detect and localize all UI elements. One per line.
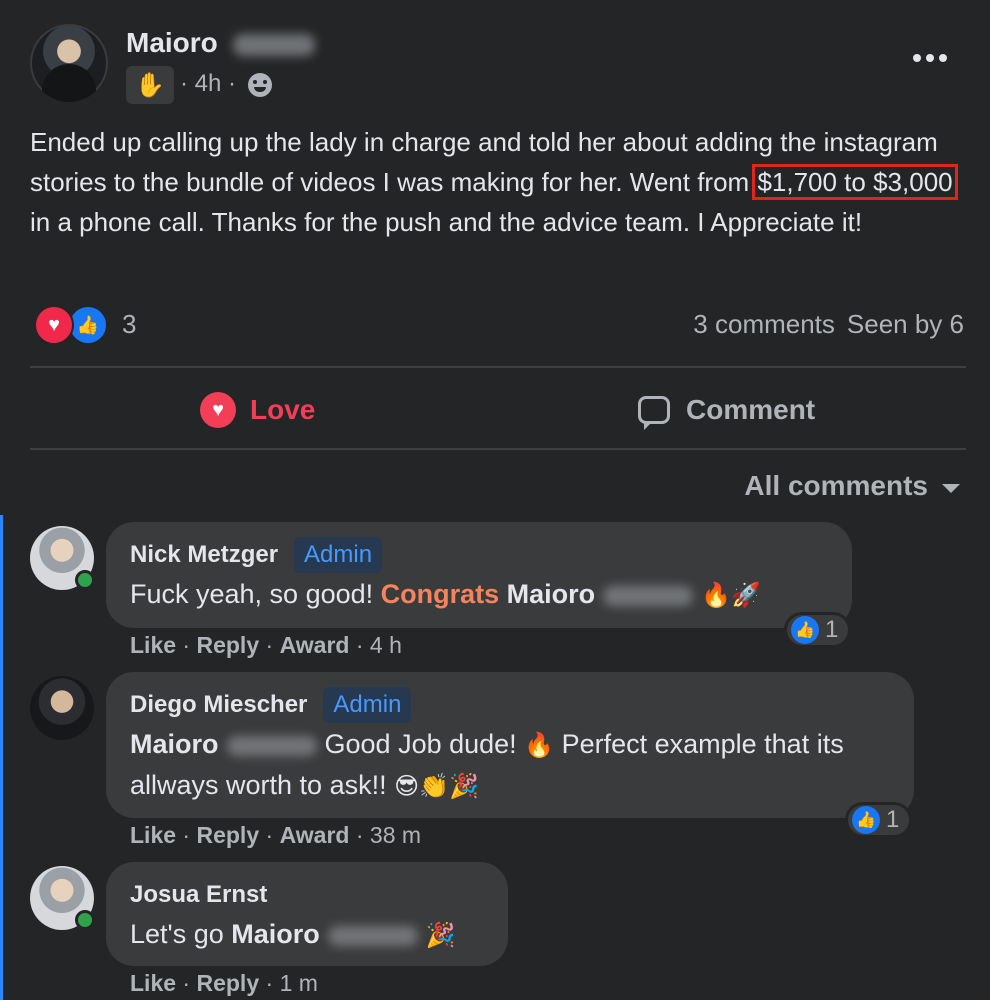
comment-bubble: Nick Metzger Admin Fuck yeah, so good! C… — [106, 522, 852, 628]
award-link[interactable]: Award — [280, 632, 350, 658]
mention-link[interactable]: Maioro — [130, 729, 219, 759]
comment-highlight: Congrats — [380, 579, 500, 609]
seen-by[interactable]: Seen by 6 — [847, 309, 964, 339]
emoji-text: 🔥🚀 — [701, 581, 761, 609]
emoji-text: 😎👏🎉 — [394, 772, 479, 800]
comment-text: Let's go Maioro 🎉 — [130, 914, 484, 955]
comment-bubble: Diego Miescher Admin Maioro Good Job dude… — [106, 672, 914, 818]
online-status-icon — [75, 570, 95, 590]
comment-time[interactable]: 38 m — [370, 822, 421, 848]
comment-time[interactable]: 1 m — [280, 970, 318, 996]
commenter-avatar[interactable] — [30, 676, 94, 740]
reply-link[interactable]: Reply — [196, 632, 259, 658]
love-reaction-icon[interactable]: ♥ — [34, 305, 74, 345]
comment-sort-dropdown[interactable]: All comments — [744, 470, 960, 502]
waving-hand-icon[interactable]: ✋ — [126, 66, 174, 104]
thread-indicator — [0, 515, 3, 1000]
comment-text-part: Good Job dude! — [324, 729, 525, 759]
comment-label: Comment — [686, 394, 816, 425]
mention-surname-blurred — [327, 925, 418, 946]
comment-reaction-count: 1 — [825, 616, 839, 643]
commenter-name[interactable]: Nick Metzger — [130, 541, 278, 569]
sort-label: All comments — [744, 470, 928, 501]
speech-bubble-icon — [638, 396, 670, 430]
comment-button[interactable]: Comment — [638, 388, 815, 432]
comment-actions: Like · Reply · Award · 4 h — [130, 632, 402, 658]
comment-actions: Like · Reply · Award · 38 m — [130, 822, 422, 848]
divider — [30, 448, 966, 450]
divider — [30, 366, 966, 368]
comment-bubble: Josua Ernst Let's go Maioro 🎉 — [106, 862, 508, 966]
heart-icon: ♥ — [200, 392, 236, 428]
mention-surname-blurred — [603, 585, 694, 606]
highlighted-amount: $1,700 to $3,000 — [752, 164, 958, 200]
mention-surname-blurred — [226, 735, 317, 756]
commenter-name[interactable]: Josua Ernst — [130, 881, 267, 909]
mention-link[interactable]: Maioro — [499, 579, 596, 609]
comment-actions: Like · Reply · 1 m — [130, 970, 318, 996]
comment-text-part: Fuck yeah, so good! — [130, 579, 381, 609]
admin-badge: Admin — [294, 537, 383, 573]
comment-text: Fuck yeah, so good! Congrats Maioro 🔥🚀 — [130, 574, 828, 615]
like-link[interactable]: Like — [130, 970, 176, 996]
like-link[interactable]: Like — [130, 822, 176, 848]
post-text-after: in a phone call. Thanks for the push and… — [30, 207, 863, 237]
like-icon: 👍 — [852, 806, 880, 834]
post-stats: 3 comments Seen by 6 — [693, 309, 964, 340]
award-link[interactable]: Award — [280, 822, 350, 848]
author-surname-blurred — [233, 34, 315, 56]
group-icon — [248, 73, 272, 97]
comment-reactions[interactable]: 👍 1 — [845, 802, 913, 838]
reaction-count[interactable]: 3 — [122, 309, 136, 340]
comment-text: Maioro Good Job dude! 🔥 Perfect example t… — [130, 724, 890, 806]
comments-count[interactable]: 3 comments — [693, 309, 835, 339]
mention-link[interactable]: Maioro — [231, 919, 320, 949]
author-avatar[interactable] — [30, 24, 108, 102]
author-name[interactable]: Maioro — [126, 27, 218, 59]
reply-link[interactable]: Reply — [196, 822, 259, 848]
love-button[interactable]: ♥ Love — [200, 388, 315, 432]
comment-text-part: Let's go — [130, 919, 232, 949]
comment-reaction-count: 1 — [886, 806, 900, 833]
like-icon: 👍 — [791, 616, 819, 644]
more-options-icon[interactable] — [908, 46, 952, 70]
admin-badge: Admin — [323, 687, 412, 723]
love-label: Love — [250, 394, 316, 425]
post-text: Ended up calling up the lady in charge a… — [30, 122, 970, 242]
commenter-name[interactable]: Diego Miescher — [130, 691, 307, 719]
emoji-text: 🎉 — [425, 921, 456, 949]
like-link[interactable]: Like — [130, 632, 176, 658]
emoji-text: 🔥 — [524, 731, 555, 759]
caret-down-icon — [942, 483, 960, 493]
reply-link[interactable]: Reply — [196, 970, 259, 996]
comment-time[interactable]: 4 h — [370, 632, 402, 658]
post-time[interactable]: · 4h · — [180, 70, 236, 98]
comment-reactions[interactable]: 👍 1 — [784, 612, 852, 648]
online-status-icon — [75, 910, 95, 930]
like-reaction-icon[interactable]: 👍 — [68, 305, 108, 345]
